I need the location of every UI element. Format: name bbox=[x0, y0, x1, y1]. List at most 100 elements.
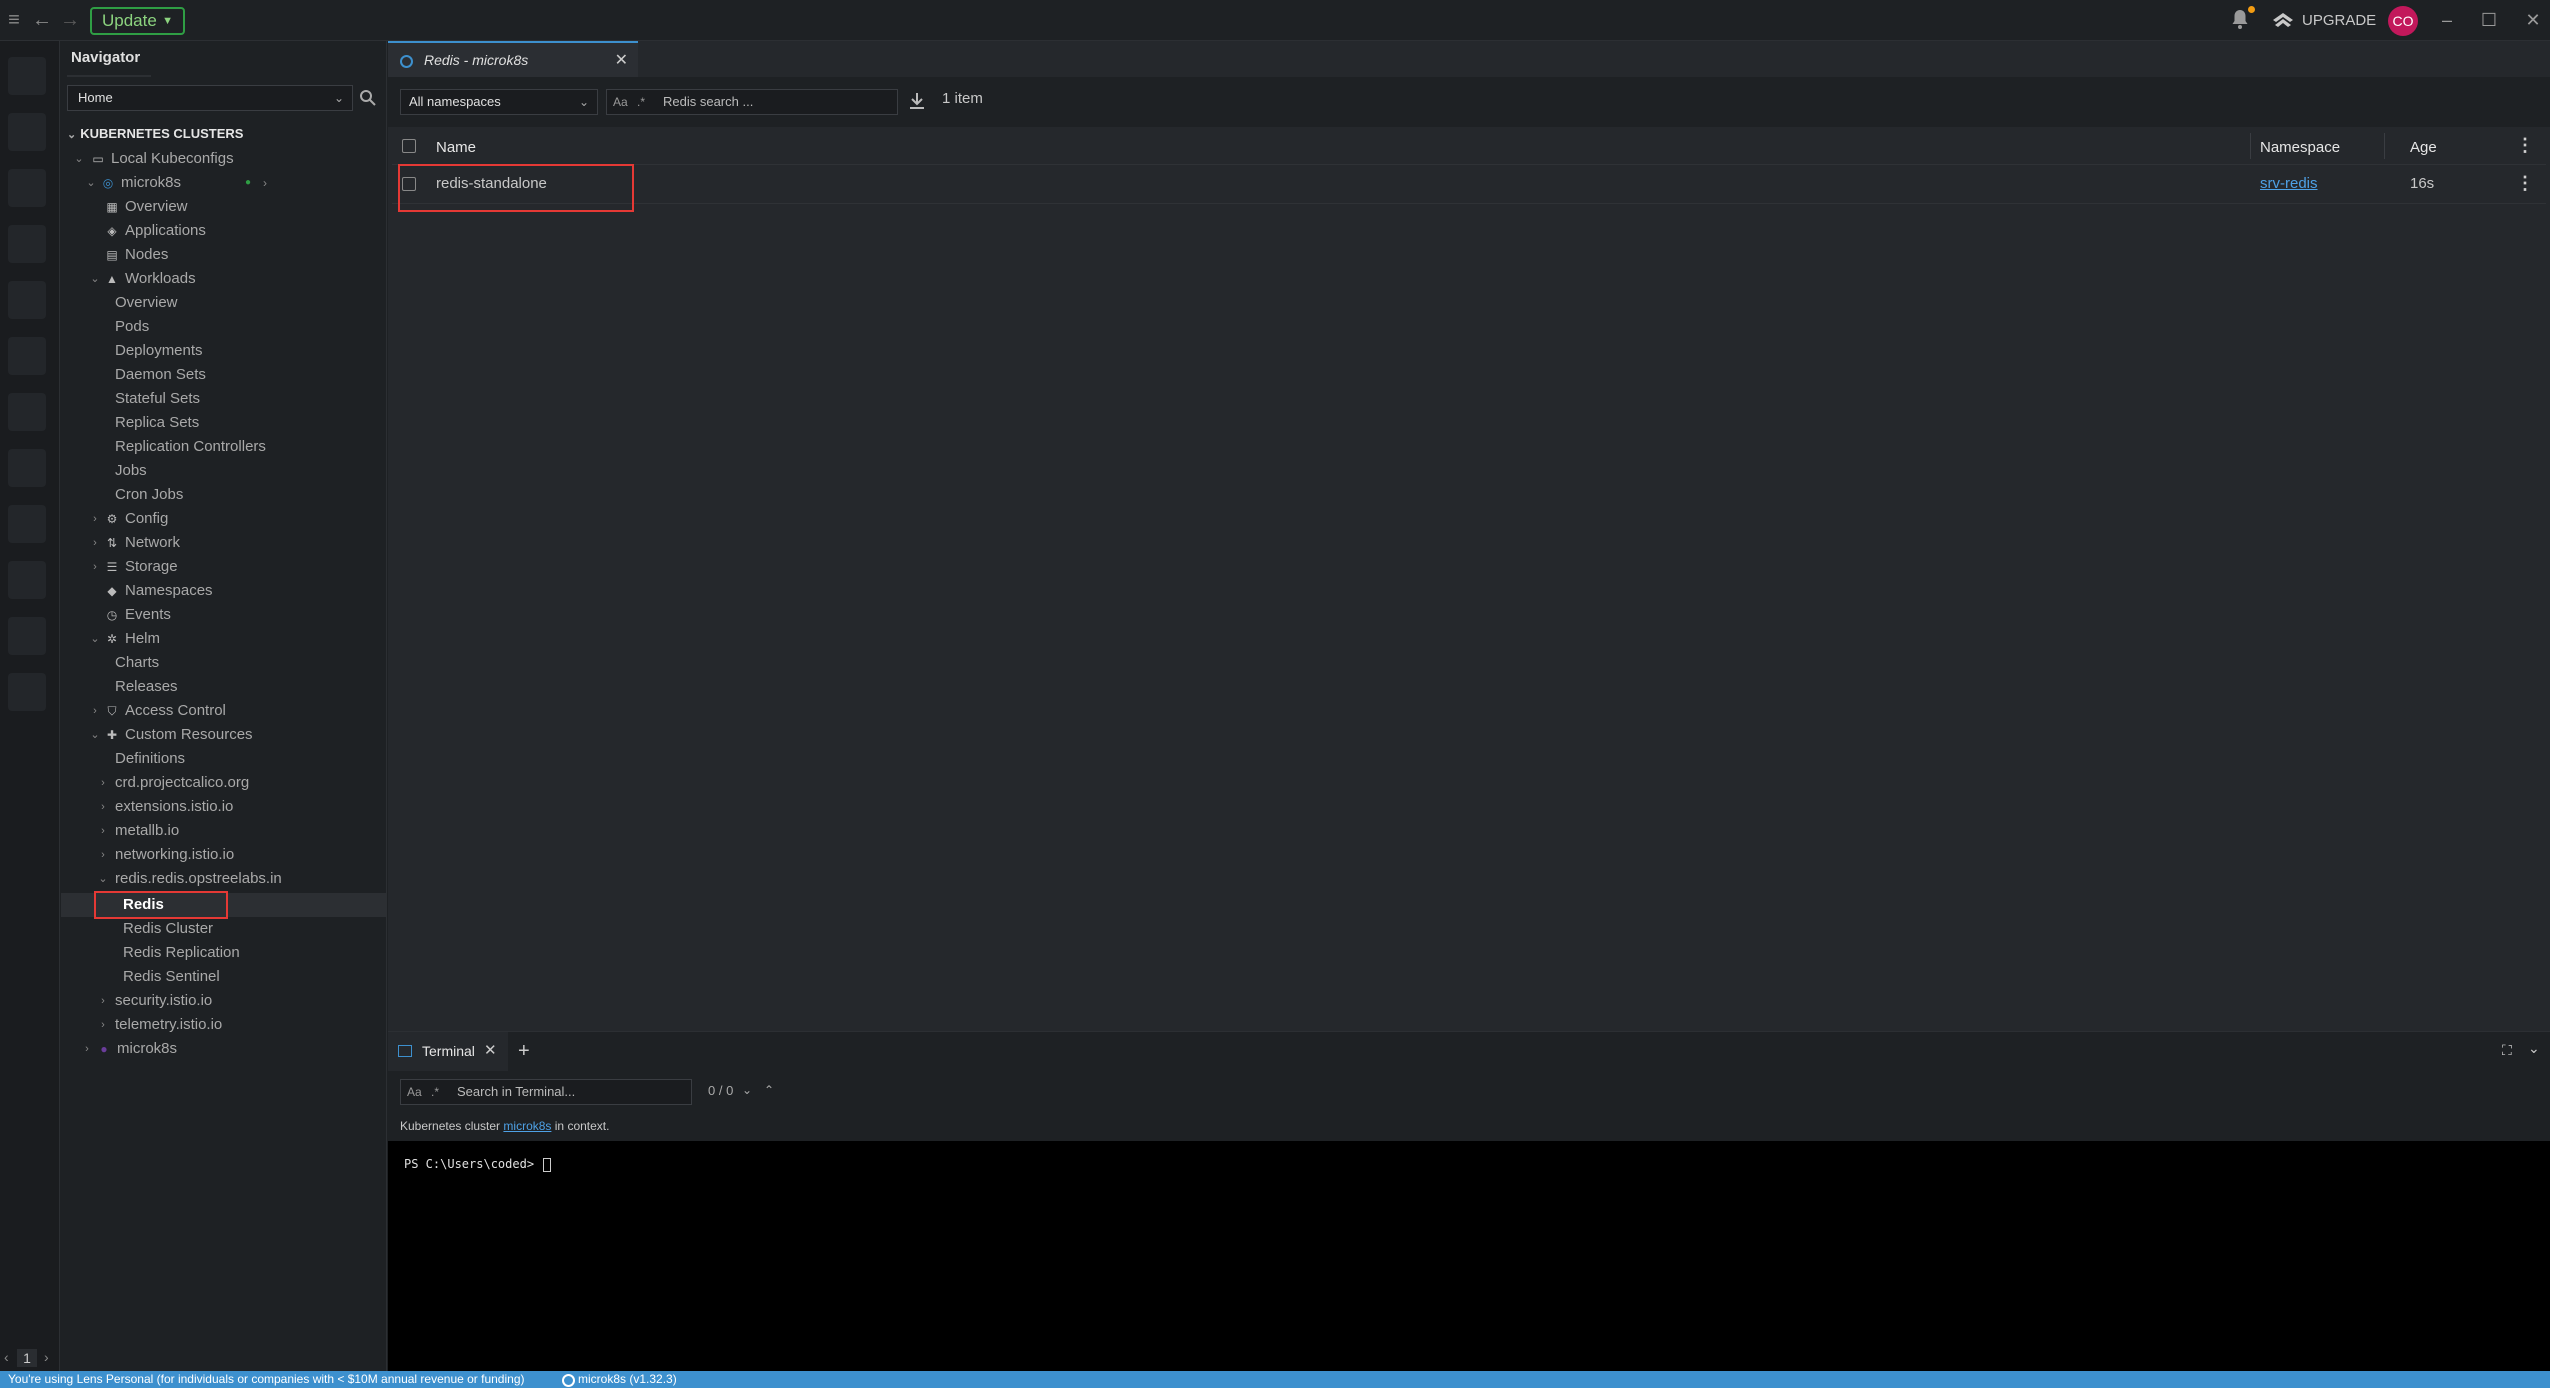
hotbar-slot[interactable] bbox=[8, 449, 46, 487]
tree-redis-replication[interactable]: Redis Replication bbox=[123, 941, 240, 965]
regex-toggle[interactable]: .* bbox=[637, 90, 645, 114]
chevron-down-icon: ⌄ bbox=[67, 129, 77, 141]
tree-replica-sets[interactable]: Replica Sets bbox=[115, 411, 199, 435]
table-row[interactable]: redis-standalone srv-redis 16s ⋮ bbox=[392, 164, 2546, 204]
column-menu-icon[interactable]: ⋮ bbox=[2516, 135, 2534, 156]
chevron-down-icon: ⌄ bbox=[74, 153, 84, 165]
clock-icon: ◷ bbox=[106, 608, 118, 622]
status-cluster[interactable]: microk8s (v1.32.3) bbox=[562, 1371, 677, 1388]
column-header-age[interactable]: Age bbox=[2410, 139, 2437, 156]
row-namespace-link[interactable]: srv-redis bbox=[2260, 175, 2318, 192]
forward-arrow-icon[interactable]: → bbox=[58, 8, 82, 32]
select-all-checkbox[interactable] bbox=[402, 139, 416, 153]
caret-down-icon: ▼ bbox=[162, 15, 173, 27]
minimize-icon[interactable]: – bbox=[2434, 8, 2460, 32]
tree-label: metallb.io bbox=[115, 822, 180, 839]
tree-charts[interactable]: Charts bbox=[115, 651, 159, 675]
maximize-panel-icon[interactable]: ⛶ bbox=[2502, 1042, 2512, 1059]
main-panel: Redis - microk8s ✕ All namespaces ⌄ Aa .*… bbox=[388, 41, 2550, 1031]
upgrade-button[interactable]: UPGRADE bbox=[2272, 10, 2376, 32]
context-cluster-link[interactable]: microk8s bbox=[503, 1119, 551, 1133]
maximize-icon[interactable]: ☐ bbox=[2476, 8, 2502, 32]
chevron-right-icon: › bbox=[93, 561, 97, 573]
tree-label: Jobs bbox=[115, 462, 147, 479]
hotbar-slot[interactable] bbox=[8, 561, 46, 599]
tree-label: Releases bbox=[115, 678, 178, 695]
chevron-down-icon: ⌄ bbox=[578, 95, 589, 109]
avatar[interactable]: CO bbox=[2388, 6, 2418, 36]
row-age: 16s bbox=[2410, 175, 2435, 192]
back-arrow-icon[interactable]: ← bbox=[30, 8, 54, 32]
tree-releases[interactable]: Releases bbox=[115, 675, 178, 699]
chevron-down-icon: ⌄ bbox=[90, 273, 100, 285]
tree-redis-cluster[interactable]: Redis Cluster bbox=[123, 917, 213, 941]
column-divider bbox=[2384, 133, 2385, 159]
match-case-toggle[interactable]: Aa bbox=[407, 1080, 422, 1104]
puzzle-icon: ✚ bbox=[106, 728, 118, 742]
tree-jobs[interactable]: Jobs bbox=[115, 459, 147, 483]
match-case-toggle[interactable]: Aa bbox=[613, 90, 628, 114]
add-terminal-icon[interactable]: + bbox=[518, 1040, 530, 1063]
chevron-down-icon: ⌄ bbox=[86, 177, 96, 189]
row-menu-icon[interactable]: ⋮ bbox=[2516, 173, 2534, 194]
search-placeholder: Redis search ... bbox=[663, 94, 754, 109]
tree-workloads-overview[interactable]: Overview bbox=[115, 291, 178, 315]
tab-terminal[interactable]: Terminal ✕ bbox=[388, 1032, 508, 1072]
tree-label: Replication Controllers bbox=[115, 438, 266, 455]
hotbar-slot[interactable] bbox=[8, 673, 46, 711]
hotbar-slot[interactable] bbox=[8, 505, 46, 543]
hotbar-slot[interactable] bbox=[8, 617, 46, 655]
chevron-right-icon[interactable]: › bbox=[44, 1349, 49, 1365]
chevron-down-icon[interactable]: ⌄ bbox=[2528, 1040, 2540, 1057]
tree-cron-jobs[interactable]: Cron Jobs bbox=[115, 483, 183, 507]
hamburger-menu-icon[interactable]: ≡ bbox=[2, 8, 26, 32]
tree-deployments[interactable]: Deployments bbox=[115, 339, 203, 363]
upgrade-label: UPGRADE bbox=[2302, 12, 2377, 29]
chevron-right-icon[interactable]: › bbox=[263, 171, 267, 195]
namespace-select[interactable]: All namespaces ⌄ bbox=[400, 89, 598, 115]
storage-icon: ☰ bbox=[106, 560, 118, 574]
column-header-namespace[interactable]: Namespace bbox=[2260, 139, 2340, 156]
status-bar: You're using Lens Personal (for individu… bbox=[0, 1371, 2550, 1388]
hotbar-slot[interactable] bbox=[8, 393, 46, 431]
close-tab-icon[interactable]: ✕ bbox=[484, 1041, 497, 1059]
kubernetes-clusters-header[interactable]: ⌄ KUBERNETES CLUSTERS bbox=[67, 126, 243, 141]
network-icon: ⇅ bbox=[106, 536, 118, 550]
regex-toggle[interactable]: .* bbox=[431, 1080, 439, 1104]
hotbar-slot[interactable] bbox=[8, 281, 46, 319]
context-select[interactable]: Home ⌄ bbox=[67, 85, 353, 111]
terminal-search-input[interactable]: Aa .* Search in Terminal... bbox=[400, 1079, 692, 1105]
close-tab-icon[interactable]: ✕ bbox=[615, 50, 628, 70]
tree-stateful-sets[interactable]: Stateful Sets bbox=[115, 387, 200, 411]
tree-cluster-microk8s[interactable]: ⌄ ◎ microk8s ● › bbox=[85, 171, 375, 195]
tree-definitions[interactable]: Definitions bbox=[115, 747, 185, 771]
download-icon[interactable] bbox=[908, 91, 928, 113]
tree-replication-controllers[interactable]: Replication Controllers bbox=[115, 435, 266, 459]
hotbar-slot[interactable] bbox=[8, 57, 46, 95]
tree-daemon-sets[interactable]: Daemon Sets bbox=[115, 363, 206, 387]
resource-search-input[interactable]: Aa .* Redis search ... bbox=[606, 89, 898, 115]
hotbar-slot[interactable] bbox=[8, 337, 46, 375]
chevron-up-icon[interactable]: ⌃ bbox=[764, 1083, 774, 1097]
chevron-down-icon[interactable]: ⌄ bbox=[742, 1083, 752, 1097]
tree-label: Definitions bbox=[115, 750, 186, 767]
hotbar-slot[interactable] bbox=[8, 113, 46, 151]
hotbar-slot[interactable] bbox=[8, 169, 46, 207]
column-header-name[interactable]: Name bbox=[436, 139, 476, 156]
update-button[interactable]: Update ▼ bbox=[90, 7, 185, 35]
close-window-icon[interactable]: ✕ bbox=[2520, 8, 2546, 32]
tree-redis-sentinel[interactable]: Redis Sentinel bbox=[123, 965, 220, 989]
terminal-prompt[interactable]: PS C:\Users\coded> bbox=[404, 1157, 552, 1172]
nodes-icon: ▤ bbox=[106, 248, 118, 262]
tree-label: Helm bbox=[125, 630, 161, 647]
tree-label: Access Control bbox=[125, 702, 226, 719]
tree-local-kubeconfigs[interactable]: ⌄ ▭ Local Kubeconfigs bbox=[73, 147, 373, 171]
hotbar-slot[interactable] bbox=[8, 225, 46, 263]
tree-label: Charts bbox=[115, 654, 160, 671]
prompt-text: PS C:\Users\coded> bbox=[404, 1157, 535, 1171]
tree-pods[interactable]: Pods bbox=[115, 315, 149, 339]
tab-redis-microk8s[interactable]: Redis - microk8s ✕ bbox=[388, 41, 638, 77]
chevron-left-icon[interactable]: ‹ bbox=[4, 1349, 9, 1365]
search-icon[interactable] bbox=[359, 89, 379, 109]
workloads-icon: ▲ bbox=[106, 272, 118, 286]
